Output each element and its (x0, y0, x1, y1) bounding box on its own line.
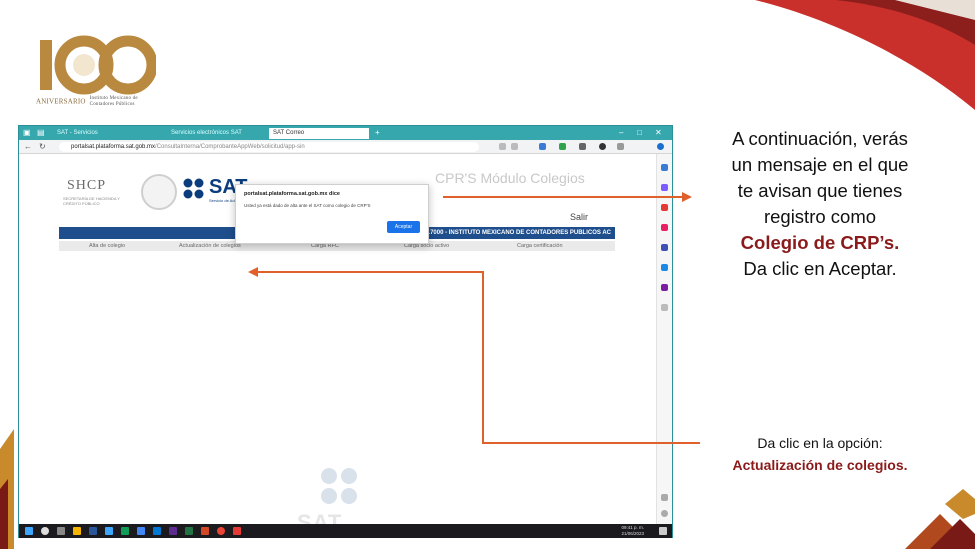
bing-chat-icon[interactable] (657, 143, 664, 150)
task-view-icon[interactable] (57, 527, 65, 535)
browser-window: ▣ ▤ SAT - Servicios Servicios electrónic… (18, 125, 673, 538)
search-icon[interactable] (661, 164, 668, 171)
menu-carga-certificacion[interactable]: Carga certificación (517, 241, 563, 251)
note-line: A continuación, verás (732, 128, 908, 149)
sat-logo-dots (183, 178, 204, 199)
search-icon[interactable] (41, 527, 49, 535)
add-icon[interactable] (661, 304, 668, 311)
word-icon[interactable] (89, 527, 97, 535)
page-title: CPR'S Módulo Colegios (435, 170, 585, 186)
window-icon[interactable]: ▣ (23, 127, 31, 139)
shcp-logo: SHCP (67, 178, 107, 193)
sidebar-tool-icon[interactable] (661, 244, 668, 251)
tab-1[interactable]: SAT - Servicios (53, 128, 163, 139)
sidebar-tool-icon[interactable] (661, 184, 668, 191)
instruction-note-dialog: A continuación, verás un mensaje en el q… (700, 126, 940, 282)
url-host: portalsat.plataforma.sat.gob.mx (71, 144, 156, 150)
refresh-icon[interactable]: ↻ (39, 142, 46, 152)
sidebar-tool-icon[interactable] (661, 204, 668, 211)
profile-avatar-icon[interactable] (599, 143, 606, 150)
shcp-subtitle: SECRETARÍA DE HACIENDA Y CRÉDITO PÚBLICO (63, 196, 120, 206)
tab-3-active[interactable]: SAT Correo (269, 128, 369, 139)
powerpoint-icon[interactable] (201, 527, 209, 535)
app-icon[interactable] (137, 527, 145, 535)
sidebar-tool-icon[interactable] (661, 284, 668, 291)
logo-institution: Instituto Mexicano de Contadores Público… (89, 96, 138, 107)
dialog-title: portalsat.plataforma.sat.gob.mx dice (244, 191, 340, 197)
browser-titlebar: ▣ ▤ SAT - Servicios Servicios electrónic… (19, 126, 672, 140)
menu-actualizacion-colegios[interactable]: Actualización de colegios (179, 241, 241, 251)
dialog-message: Usted ya está dado de alta ante el SAT c… (244, 203, 371, 208)
browser-sidebar (656, 154, 672, 538)
back-arrow-icon[interactable]: ← (24, 142, 32, 152)
note-line: te avisan que tienes (737, 180, 903, 201)
browser-addressbar: ← ↻ portalsat.plataforma.sat.gob.mx/Cons… (19, 140, 672, 154)
sidebar-settings-icon[interactable] (661, 494, 668, 501)
anniversary-logo: ANIVERSARIO Instituto Mexicano de Contado… (36, 34, 156, 116)
logo-caption: ANIVERSARIO Instituto Mexicano de Contado… (36, 96, 138, 107)
taskbar-clock[interactable]: 09:41 p. m. 21/06/2023 (621, 525, 644, 537)
extension-icon[interactable] (539, 143, 546, 150)
note-line: Da clic en la opción: (757, 435, 883, 451)
start-icon[interactable] (25, 527, 33, 535)
url-path: /ConsultaInterna/ComprobanteAppWeb/solic… (155, 144, 305, 150)
outlook-icon[interactable] (661, 264, 668, 271)
note-highlight: Colegio de CRP’s. (740, 232, 900, 253)
app-icon[interactable] (121, 527, 129, 535)
sidebar-tool-icon[interactable] (661, 224, 668, 231)
note-highlight: Actualización de colegios. (732, 457, 908, 473)
chrome-icon[interactable] (217, 527, 225, 535)
minimize-icon[interactable]: – (619, 127, 623, 139)
excel-icon[interactable] (185, 527, 193, 535)
page-content: SHCP SECRETARÍA DE HACIENDA Y CRÉDITO PÚ… (19, 154, 656, 524)
teams-icon[interactable] (169, 527, 177, 535)
file-explorer-icon[interactable] (73, 527, 81, 535)
tab-2[interactable]: Servicios electrónicos SAT (167, 128, 267, 139)
clock-date: 21/06/2023 (621, 531, 644, 536)
maximize-icon[interactable]: □ (637, 127, 642, 139)
anniversary-100-emblem (40, 35, 156, 95)
new-tab-icon[interactable]: + (375, 127, 380, 139)
url-input[interactable]: portalsat.plataforma.sat.gob.mx/Consulta… (59, 142, 479, 152)
coat-of-arms-seal (141, 174, 177, 210)
favorite-star-icon[interactable] (511, 143, 518, 150)
extension-icon[interactable] (559, 143, 566, 150)
decorative-ribbon-top-right (755, 0, 975, 110)
sat-watermark-text: SAT (297, 510, 343, 524)
note-line: un mensaje en el que (731, 154, 909, 175)
app-icon[interactable] (233, 527, 241, 535)
logout-link[interactable]: Salir (570, 212, 588, 222)
accept-button[interactable]: Aceptar (387, 221, 420, 233)
close-icon[interactable]: ✕ (655, 127, 662, 139)
read-aloud-icon[interactable] (499, 143, 506, 150)
instruction-note-menu: Da clic en la opción: Actualización de c… (700, 432, 940, 476)
tab-actions-icon[interactable]: ▤ (37, 127, 45, 139)
alert-dialog: portalsat.plataforma.sat.gob.mx dice Ust… (235, 184, 429, 244)
menu-alta-colegio[interactable]: Alta de colegio (89, 241, 125, 251)
collections-icon[interactable] (579, 143, 586, 150)
windows-taskbar: 09:41 p. m. 21/06/2023 (19, 524, 672, 538)
note-line: Da clic en Aceptar. (743, 258, 897, 279)
outlook-icon[interactable] (153, 527, 161, 535)
note-line: registro como (763, 206, 877, 227)
gear-icon[interactable] (661, 510, 668, 517)
more-options-icon[interactable] (617, 143, 624, 150)
decorative-chevrons-bottom-right (905, 489, 975, 549)
edge-icon[interactable] (105, 527, 113, 535)
sat-watermark-dots (321, 468, 357, 504)
notifications-icon[interactable] (659, 527, 667, 535)
